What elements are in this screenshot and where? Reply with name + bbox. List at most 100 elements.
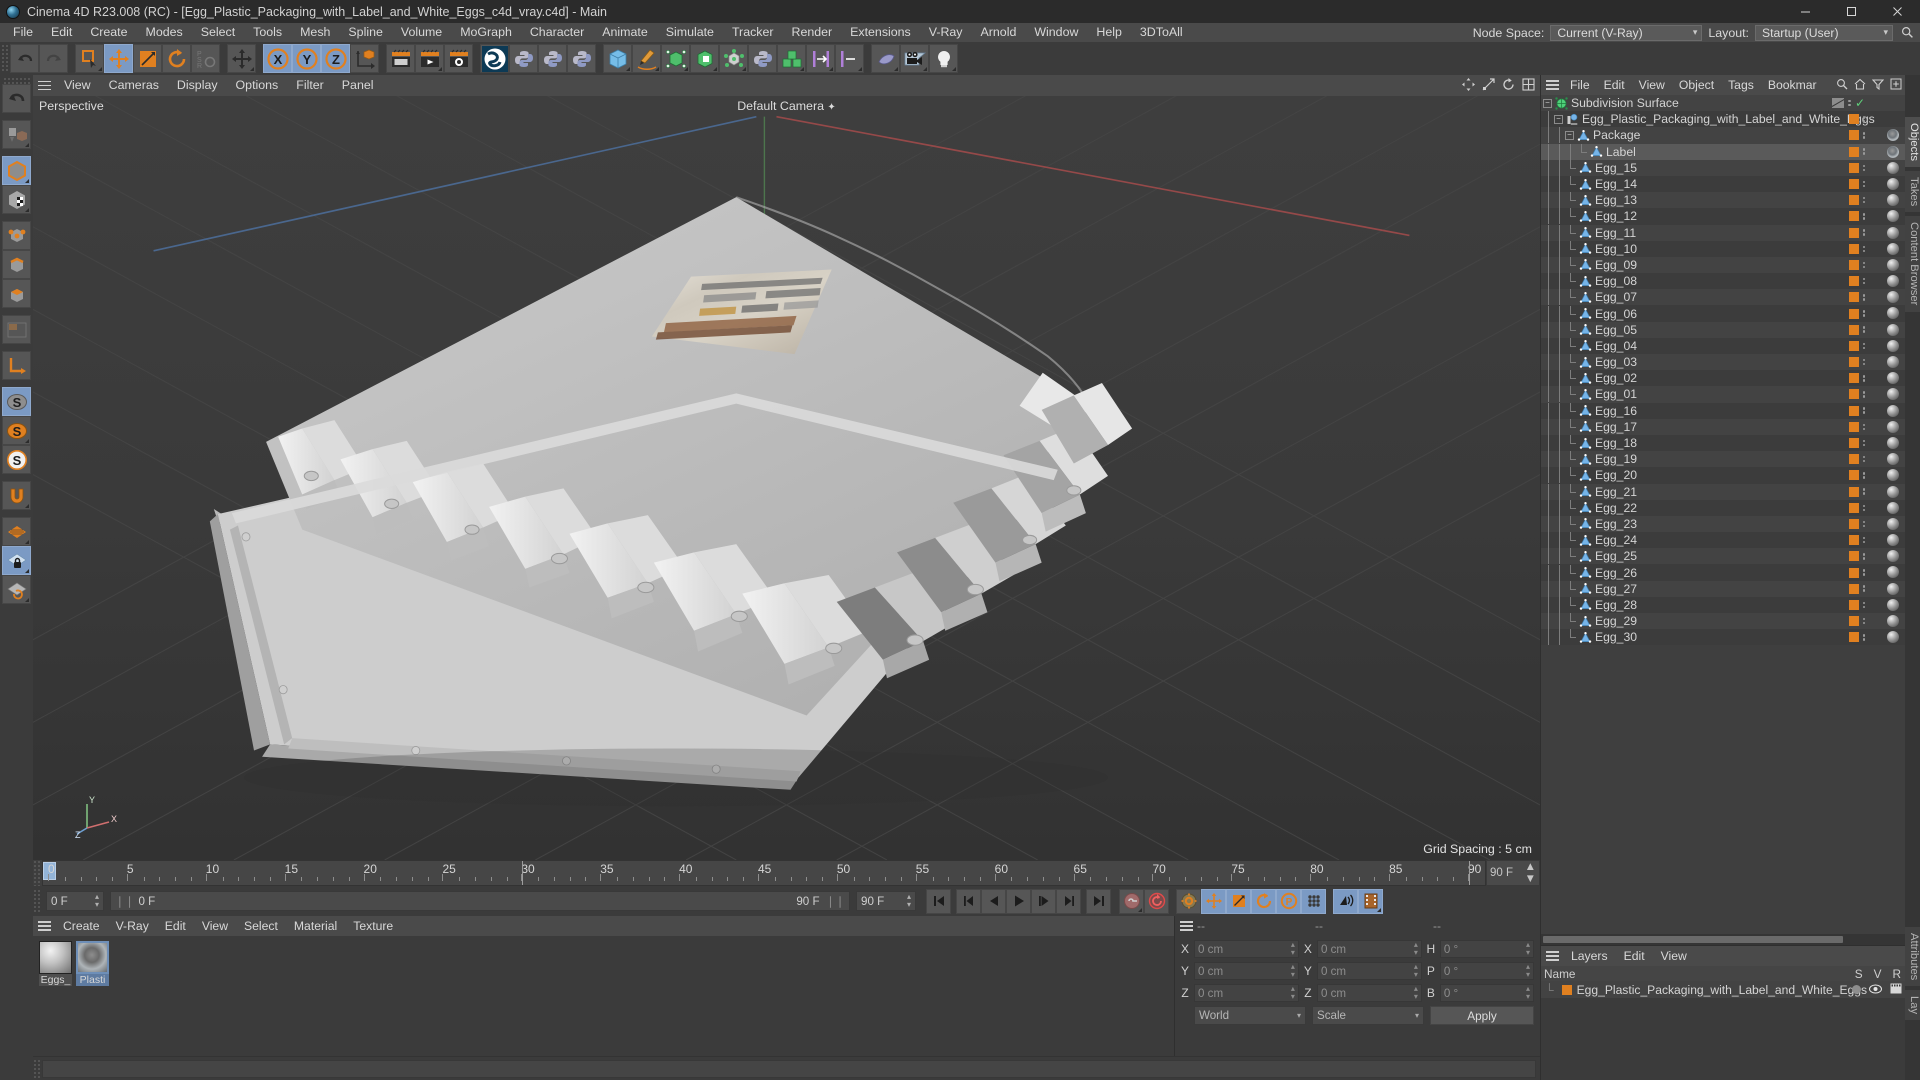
stepper-icon[interactable]: ▴▾	[1526, 985, 1530, 1001]
node-space-dropdown[interactable]: Current (V-Ray) ▾	[1550, 25, 1702, 41]
redo-button[interactable]	[39, 44, 68, 73]
undo-button[interactable]	[10, 44, 39, 73]
stepper-icon[interactable]: ▴▾	[1291, 941, 1295, 957]
visibility-dots-icon[interactable]	[1863, 407, 1866, 414]
layer-tag-icon[interactable]	[1849, 211, 1859, 221]
material-tag-icon[interactable]	[1887, 615, 1899, 627]
menu-item-animate[interactable]: Animate	[593, 23, 656, 42]
maximize-button[interactable]	[1828, 0, 1874, 23]
parameter-key-button[interactable]: P	[1276, 889, 1301, 914]
coord-field-rot-b[interactable]: 0 °▴▾	[1440, 984, 1534, 1002]
object-row[interactable]: Egg_16	[1541, 403, 1905, 419]
visibility-dots-icon[interactable]	[1863, 278, 1866, 285]
menu-item-spline[interactable]: Spline	[339, 23, 391, 42]
add-cube-button[interactable]	[603, 44, 632, 73]
object-row[interactable]: Egg_12	[1541, 208, 1905, 224]
object-menu-bookmark[interactable]: Bookmar	[1761, 75, 1824, 95]
visibility-dots-icon[interactable]	[1848, 100, 1851, 107]
autokeying-button[interactable]	[1144, 889, 1169, 914]
coord-field-pos-z[interactable]: 0 cm▴▾	[1194, 984, 1299, 1002]
menu-item-extensions[interactable]: Extensions	[841, 23, 920, 42]
perspective-viewport[interactable]: Perspective Default Camera ✦ Grid Spacin…	[33, 96, 1540, 860]
material-tag-icon[interactable]	[1887, 421, 1899, 433]
material-tag-icon[interactable]	[1887, 599, 1899, 611]
polygons-mode-button[interactable]	[2, 279, 31, 308]
go-to-start-button[interactable]	[926, 889, 951, 914]
go-to-next-key-button[interactable]	[1056, 889, 1081, 914]
material-tag-icon[interactable]	[1887, 583, 1899, 595]
render-view-button[interactable]	[386, 44, 415, 73]
visibility-dots-icon[interactable]	[1863, 569, 1866, 576]
stepper-icon[interactable]: ▴▾	[1526, 941, 1530, 957]
visibility-dots-icon[interactable]	[1863, 310, 1866, 317]
object-row[interactable]: −Subdivision Surface✓	[1541, 95, 1905, 111]
left-toolbar-grip[interactable]	[3, 77, 31, 84]
layout-dropdown[interactable]: Startup (User) ▾	[1755, 25, 1893, 41]
material-tag-icon[interactable]	[1887, 550, 1899, 562]
layer-color-swatch[interactable]	[1562, 985, 1572, 995]
material-tag-icon[interactable]	[1887, 340, 1899, 352]
lock-z-axis-button[interactable]: Z	[321, 44, 350, 73]
render-icon[interactable]	[1890, 983, 1902, 997]
render-to-picture-viewer-button[interactable]	[415, 44, 444, 73]
layer-tag-icon[interactable]	[1849, 503, 1859, 513]
material-tag-icon[interactable]	[1887, 631, 1899, 643]
layers-menu-icon[interactable]	[1541, 946, 1563, 967]
make-editable-button[interactable]	[2, 120, 31, 149]
viewport-menu-panel[interactable]: Panel	[333, 75, 383, 96]
layer-tag-icon[interactable]	[1849, 195, 1859, 205]
rotate-tool[interactable]	[162, 44, 191, 73]
apply-button[interactable]: Apply	[1430, 1006, 1534, 1025]
object-row[interactable]: Egg_20	[1541, 467, 1905, 483]
material-tag-icon[interactable]	[1887, 194, 1899, 206]
visibility-dots-icon[interactable]	[1863, 391, 1866, 398]
vray-python-button-1[interactable]	[509, 44, 538, 73]
go-to-previous-key-button[interactable]	[956, 889, 981, 914]
tab-attributes[interactable]: Attributes	[1905, 927, 1920, 986]
object-row[interactable]: −Package	[1541, 127, 1905, 143]
add-field-button[interactable]	[835, 44, 864, 73]
object-row[interactable]: Egg_02	[1541, 370, 1905, 386]
object-row[interactable]: Label	[1541, 144, 1905, 160]
object-row[interactable]: Egg_27	[1541, 581, 1905, 597]
layer-tag-icon[interactable]	[1849, 389, 1859, 399]
layer-tag-icon[interactable]	[1849, 163, 1859, 173]
visibility-dots-icon[interactable]	[1863, 634, 1866, 641]
visibility-dots-icon[interactable]	[1863, 553, 1866, 560]
visibility-dots-icon[interactable]	[1863, 246, 1866, 253]
visibility-dots-icon[interactable]	[1863, 148, 1866, 155]
material-tag-icon[interactable]	[1887, 227, 1899, 239]
add-camera-button[interactable]	[900, 44, 929, 73]
material-tag-icon[interactable]	[1887, 502, 1899, 514]
layer-tag-icon[interactable]	[1849, 325, 1859, 335]
object-row[interactable]: Egg_11	[1541, 225, 1905, 241]
timeline-grip[interactable]	[33, 860, 42, 886]
stepper-icon[interactable]: ▴▾	[902, 893, 911, 909]
coord-field-rot-p[interactable]: 0 °▴▾	[1440, 962, 1534, 980]
solo-dot-icon[interactable]	[1852, 985, 1861, 994]
menu-item-help[interactable]: Help	[1087, 23, 1130, 42]
timeline-end-field[interactable]: 90 F ▲▼	[1486, 860, 1540, 886]
visibility-dots-icon[interactable]	[1863, 424, 1866, 431]
add-effector-button[interactable]	[806, 44, 835, 73]
object-row[interactable]: Egg_26	[1541, 564, 1905, 580]
scale-tool[interactable]	[133, 44, 162, 73]
menu-item-vray[interactable]: V-Ray	[920, 23, 972, 42]
object-row[interactable]: Egg_09	[1541, 257, 1905, 273]
texture-mode-button[interactable]	[2, 185, 31, 214]
coord-field-rot-h[interactable]: 0 °▴▾	[1440, 940, 1534, 958]
layer-tag-icon[interactable]	[1849, 260, 1859, 270]
scale-key-button[interactable]	[1226, 889, 1251, 914]
menu-item-render[interactable]: Render	[783, 23, 842, 42]
object-menu-tags[interactable]: Tags	[1721, 75, 1761, 95]
coordinate-system-dropdown[interactable]: World▾	[1194, 1006, 1306, 1025]
stepper-icon[interactable]: ▴▾	[1526, 963, 1530, 979]
layer-tag-icon[interactable]	[1849, 519, 1859, 529]
viewport-menu-view[interactable]: View	[55, 75, 100, 96]
layer-tag-icon[interactable]	[1849, 616, 1859, 626]
visibility-dots-icon[interactable]	[1863, 132, 1866, 139]
object-row[interactable]: Egg_21	[1541, 484, 1905, 500]
visibility-dots-icon[interactable]	[1863, 229, 1866, 236]
material-tag-icon[interactable]	[1887, 388, 1899, 400]
undo-view-button[interactable]	[2, 84, 31, 113]
